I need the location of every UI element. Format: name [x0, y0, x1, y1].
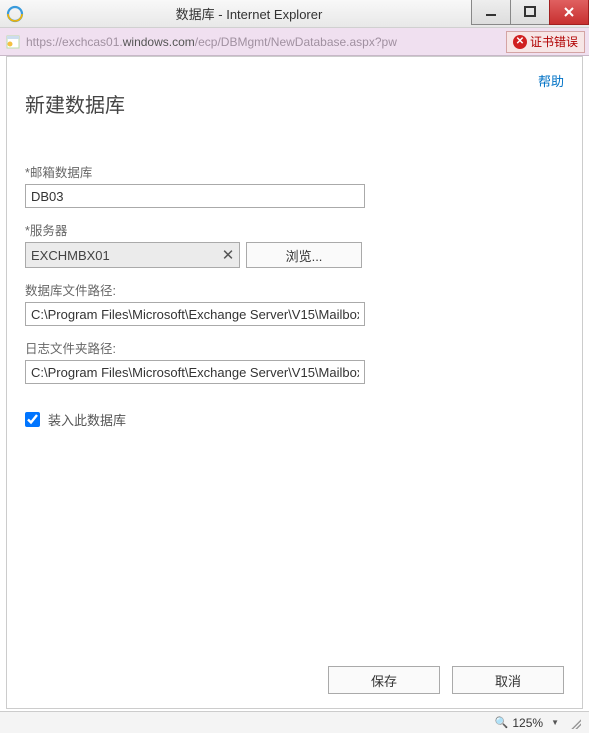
cert-error-icon: ✕: [513, 35, 527, 49]
minimize-button[interactable]: [471, 0, 511, 25]
logpath-label: 日志文件夹路径:: [25, 338, 564, 357]
url-domain: windows.com: [123, 35, 195, 49]
browse-button[interactable]: 浏览...: [246, 242, 362, 268]
resize-grip-icon[interactable]: [569, 717, 581, 729]
window-titlebar: 数据库 - Internet Explorer: [0, 0, 589, 28]
page-title: 新建数据库: [25, 89, 564, 118]
address-bar: https://exchcas01.windows.com/ecp/DBMgmt…: [0, 28, 589, 56]
mailboxdb-input[interactable]: [25, 184, 365, 208]
server-value: EXCHMBX01: [31, 248, 110, 263]
dbpath-label: 数据库文件路径:: [25, 280, 564, 299]
address-url[interactable]: https://exchcas01.windows.com/ecp/DBMgmt…: [26, 35, 506, 49]
mount-checkbox-label: 装入此数据库: [48, 410, 126, 429]
page-icon: [4, 33, 22, 51]
maximize-button[interactable]: [510, 0, 550, 25]
footer-buttons: 保存 取消: [328, 666, 564, 694]
dbpath-input[interactable]: [25, 302, 365, 326]
url-scheme: https://exchcas01.: [26, 35, 123, 49]
page-content: 帮助 新建数据库 *邮箱数据库 *服务器 EXCHMBX01 ✕ 浏览... 数…: [6, 56, 583, 709]
clear-server-icon[interactable]: ✕: [217, 246, 239, 264]
server-picker[interactable]: EXCHMBX01 ✕: [25, 242, 240, 268]
mount-checkbox[interactable]: [25, 412, 40, 427]
close-button[interactable]: [549, 0, 589, 25]
mount-checkbox-row[interactable]: 装入此数据库: [25, 410, 564, 429]
status-bar: 🔍 125% ▼: [0, 711, 589, 733]
cert-error-text: 证书错误: [530, 33, 578, 50]
cancel-button[interactable]: 取消: [452, 666, 564, 694]
window-title: 数据库 - Internet Explorer: [26, 4, 472, 23]
zoom-level[interactable]: 125%: [512, 716, 543, 730]
help-link[interactable]: 帮助: [538, 71, 564, 90]
window-controls: [472, 0, 589, 27]
save-button[interactable]: 保存: [328, 666, 440, 694]
mailboxdb-label: *邮箱数据库: [25, 162, 564, 181]
logpath-input[interactable]: [25, 360, 365, 384]
ie-logo-icon: [4, 3, 26, 25]
server-label: *服务器: [25, 220, 564, 239]
zoom-icon[interactable]: 🔍: [495, 716, 509, 729]
url-path: /ecp/DBMgmt/NewDatabase.aspx?pw: [195, 35, 397, 49]
certificate-error-badge[interactable]: ✕ 证书错误: [506, 31, 585, 53]
zoom-dropdown-icon[interactable]: ▼: [551, 718, 559, 727]
